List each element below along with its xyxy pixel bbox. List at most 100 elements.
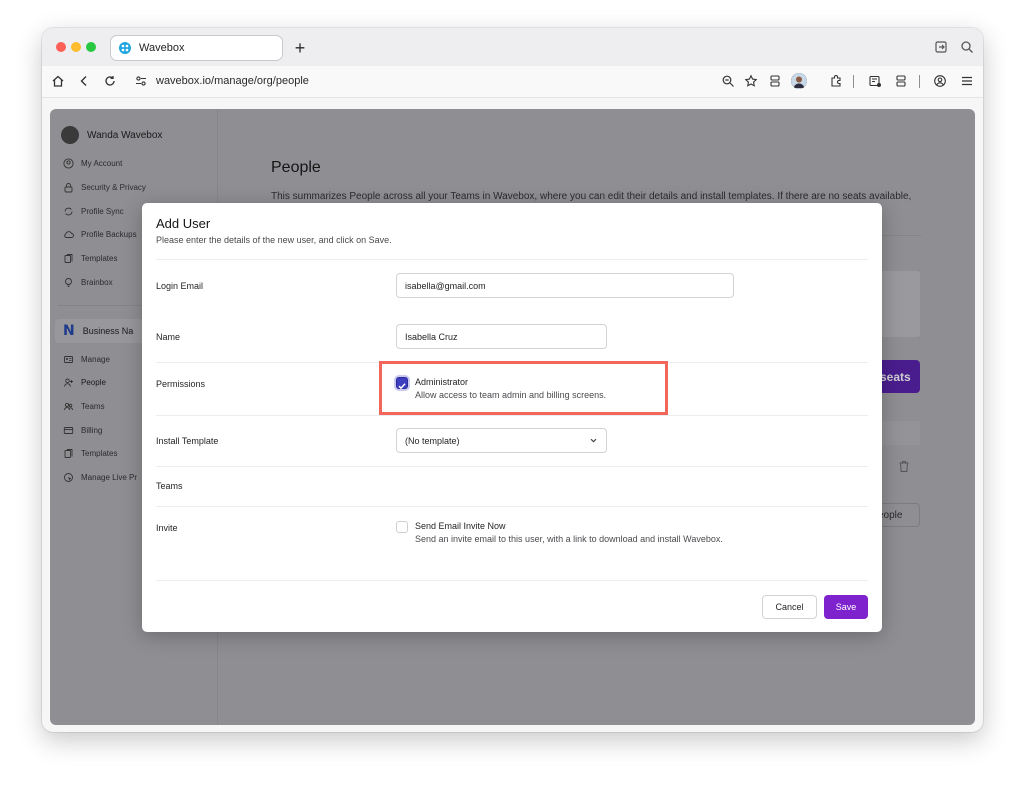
dialog-divider bbox=[156, 466, 868, 467]
sidebar-item-billing[interactable]: Billing bbox=[63, 423, 102, 437]
new-tab-button[interactable]: + bbox=[291, 37, 309, 59]
sidebar-item-label: Templates bbox=[81, 448, 118, 458]
sidebar-item-templates[interactable]: Templates bbox=[63, 251, 117, 265]
sidebar-item-label: My Account bbox=[81, 158, 123, 168]
sidebar-item-label: Billing bbox=[81, 425, 103, 435]
reading-list-icon[interactable] bbox=[868, 74, 882, 88]
send-invite-checkbox[interactable] bbox=[396, 521, 408, 533]
template-select[interactable]: (No template) bbox=[396, 428, 607, 453]
trash-icon[interactable] bbox=[898, 460, 910, 473]
install-template-label: Install Template bbox=[156, 436, 219, 446]
sidebar-item-manage-live-profiles[interactable]: Manage Live Pr bbox=[63, 470, 137, 484]
profile-avatar[interactable] bbox=[791, 73, 807, 89]
invite-label: Invite bbox=[156, 523, 178, 533]
template-select-value: (No template) bbox=[405, 435, 460, 446]
sidebar-item-label: Templates bbox=[81, 253, 118, 263]
users-icon bbox=[63, 402, 74, 410]
id-card-icon bbox=[64, 355, 73, 363]
user-name: Wanda Wavebox bbox=[87, 129, 163, 141]
browser-toolbar: wavebox.io/manage/org/people bbox=[42, 66, 983, 98]
highlight-annotation bbox=[379, 361, 668, 415]
login-email-field[interactable] bbox=[396, 273, 734, 298]
sidebar-item-label: Teams bbox=[81, 401, 105, 411]
cancel-button[interactable]: Cancel bbox=[762, 595, 817, 619]
account-icon[interactable] bbox=[933, 74, 947, 88]
sidebar-item-label: Security & Privacy bbox=[81, 182, 146, 192]
add-people-button[interactable]: eople bbox=[878, 503, 920, 527]
business-logo-icon: N bbox=[63, 323, 75, 339]
add-user-dialog: Add User Please enter the details of the… bbox=[142, 203, 882, 632]
dialog-divider bbox=[156, 506, 868, 507]
user-circle-icon bbox=[63, 157, 74, 169]
browser-tab[interactable]: Wavebox bbox=[110, 35, 283, 61]
permissions-label: Permissions bbox=[156, 379, 206, 389]
sidebar-item-profile-backups[interactable]: Profile Backups bbox=[63, 227, 137, 241]
toolbar-divider bbox=[853, 75, 854, 88]
sidebar-stack-icon[interactable] bbox=[768, 74, 782, 88]
sidebar-item-label: People bbox=[81, 377, 106, 387]
close-window-button[interactable] bbox=[56, 42, 66, 52]
sidebar-item-teams[interactable]: Teams bbox=[63, 399, 105, 413]
sidebar-item-business-templates[interactable]: Templates bbox=[63, 446, 117, 460]
business-name: Business Na bbox=[82, 326, 134, 336]
dialog-divider bbox=[156, 580, 868, 581]
name-label: Name bbox=[156, 332, 181, 342]
menu-icon[interactable] bbox=[960, 74, 974, 88]
lock-icon bbox=[64, 182, 73, 192]
site-settings-icon[interactable] bbox=[134, 74, 148, 88]
home-icon[interactable] bbox=[51, 74, 65, 88]
login-email-label: Login Email bbox=[156, 281, 204, 291]
administrator-description: Allow access to team admin and billing s… bbox=[415, 390, 607, 400]
sidebar-item-my-account[interactable]: My Account bbox=[63, 156, 122, 170]
zoom-icon[interactable] bbox=[721, 74, 735, 88]
back-icon[interactable] bbox=[77, 74, 91, 88]
checkmark-icon bbox=[398, 383, 406, 390]
sidebar-item-people[interactable]: People bbox=[63, 375, 106, 389]
sidebar-user[interactable]: Wanda Wavebox bbox=[61, 126, 162, 144]
dialog-title: Add User bbox=[156, 216, 211, 231]
lightbulb-icon bbox=[65, 277, 72, 287]
sidebar-item-manage[interactable]: Manage bbox=[63, 352, 110, 366]
sidebar-item-profile-sync[interactable]: Profile Sync bbox=[63, 204, 124, 218]
sidebar-item-label: Profile Backups bbox=[81, 229, 137, 239]
sync-icon bbox=[64, 207, 73, 215]
administrator-title: Administrator bbox=[415, 377, 469, 387]
sign-in-icon[interactable] bbox=[934, 40, 948, 54]
browser-window: Wavebox + wavebox.io/manage/org/people W… bbox=[42, 28, 983, 732]
send-invite-title: Send Email Invite Now bbox=[415, 521, 506, 531]
user-avatar bbox=[61, 126, 79, 144]
wavebox-logo-icon bbox=[119, 42, 131, 54]
sidebar-item-security[interactable]: Security & Privacy bbox=[63, 180, 146, 194]
sidebar-item-brainbox[interactable]: Brainbox bbox=[63, 275, 113, 289]
maximize-window-button[interactable] bbox=[86, 42, 96, 52]
templates-icon bbox=[64, 253, 73, 263]
dialog-subtitle: Please enter the details of the new user… bbox=[156, 235, 392, 245]
reload-icon[interactable] bbox=[103, 74, 117, 88]
teams-label: Teams bbox=[156, 481, 183, 491]
search-tabs-icon[interactable] bbox=[960, 40, 974, 54]
avatar-image-icon bbox=[791, 73, 807, 89]
cloud-icon bbox=[64, 230, 74, 238]
dialog-divider bbox=[156, 259, 868, 260]
send-invite-description: Send an invite email to this user, with … bbox=[415, 534, 723, 544]
page-description: This summarizes People across all your T… bbox=[271, 191, 912, 202]
chevron-down-icon bbox=[590, 438, 597, 443]
save-button[interactable]: Save bbox=[824, 595, 868, 619]
name-field[interactable] bbox=[396, 324, 607, 349]
templates-icon bbox=[64, 448, 73, 458]
extensions-icon[interactable] bbox=[829, 74, 843, 88]
stack-icon[interactable] bbox=[894, 74, 908, 88]
credit-card-icon bbox=[63, 426, 74, 434]
sidebar-item-label: Profile Sync bbox=[81, 206, 124, 216]
toolbar-divider bbox=[919, 75, 920, 88]
bookmark-star-icon[interactable] bbox=[744, 74, 758, 88]
table-header bbox=[878, 421, 920, 445]
dialog-divider bbox=[156, 415, 868, 416]
buy-seats-button[interactable]: seats bbox=[878, 360, 920, 393]
minimize-window-button[interactable] bbox=[71, 42, 81, 52]
sidebar-item-label: Manage bbox=[81, 354, 110, 364]
tab-title: Wavebox bbox=[139, 42, 185, 54]
sidebar-item-label: Brainbox bbox=[81, 277, 113, 287]
administrator-checkbox[interactable] bbox=[396, 377, 408, 390]
address-bar[interactable]: wavebox.io/manage/org/people bbox=[156, 75, 309, 87]
